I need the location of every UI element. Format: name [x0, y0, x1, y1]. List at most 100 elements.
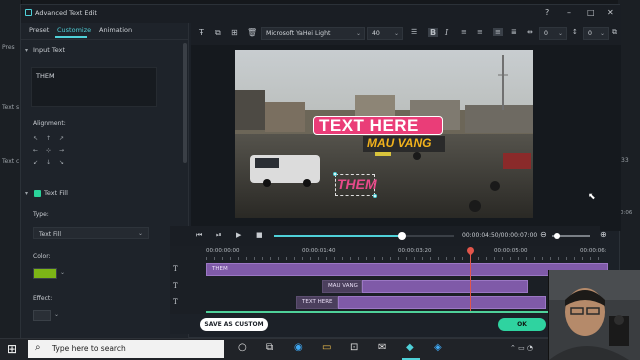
- bg-label: 33: [621, 157, 629, 164]
- line-spacing-icon[interactable]: ↕: [572, 28, 578, 36]
- scrub-handle[interactable]: [397, 232, 406, 240]
- playhead[interactable]: [469, 250, 471, 312]
- ruler-label: 00:00:01:40: [302, 248, 336, 254]
- windows-start-icon[interactable]: ⊞: [7, 342, 17, 356]
- text-fill-checkbox[interactable]: [34, 190, 41, 197]
- background-app-left-edge: Pres Text s Text c: [0, 0, 22, 338]
- timeline-clip[interactable]: MAU VANG: [322, 280, 362, 293]
- collapse-chevron-icon[interactable]: ▾: [25, 190, 28, 197]
- zoom-out-icon[interactable]: ⊖: [540, 230, 547, 239]
- align-top-left-icon[interactable]: ↖: [33, 135, 38, 142]
- mail-icon[interactable]: ✉: [378, 342, 386, 353]
- generic-app-icon[interactable]: ◈: [434, 342, 442, 353]
- copy-icon[interactable]: ⧉: [215, 28, 221, 38]
- taskbar-search-box[interactable]: ⌕ Type here to search: [28, 340, 224, 358]
- timeline-clip[interactable]: [362, 280, 528, 293]
- edge-browser-icon[interactable]: ◉: [294, 342, 303, 353]
- text-spacing-icon[interactable]: ☰: [411, 28, 417, 36]
- letter-spacing-input[interactable]: 0 ⌄: [539, 27, 567, 40]
- help-icon[interactable]: ?: [545, 8, 549, 17]
- zoom-in-icon[interactable]: ⊕: [600, 230, 607, 239]
- delete-icon[interactable]: 🗑: [247, 28, 257, 37]
- alignment-grid[interactable]: ↖ ↑ ↗ ← ⊹ → ↙ ↓ ↘: [33, 135, 67, 169]
- paste-icon[interactable]: ⊞: [231, 28, 238, 37]
- stop-icon[interactable]: ■: [256, 231, 263, 239]
- file-explorer-icon[interactable]: ▭: [322, 342, 331, 353]
- align-top-right-icon[interactable]: ↗: [59, 135, 64, 142]
- cortana-icon[interactable]: ○: [238, 342, 247, 353]
- italic-button[interactable]: I: [445, 28, 448, 37]
- tab-customize[interactable]: Customize: [57, 26, 91, 34]
- close-icon[interactable]: ✕: [607, 8, 614, 17]
- previous-frame-icon[interactable]: ⏮: [196, 231, 202, 240]
- search-icon: ⌕: [35, 342, 41, 353]
- align-left-text-icon[interactable]: ≡: [461, 28, 467, 36]
- align-center-icon[interactable]: ⊹: [46, 147, 51, 154]
- timeline-clip[interactable]: [338, 296, 546, 309]
- chevron-down-icon: ⌄: [137, 230, 143, 237]
- clip-label: THEM: [212, 266, 228, 272]
- text-fill-heading: Text Fill: [44, 189, 68, 197]
- dialog-titlebar[interactable]: Advanced Text Edit ? – □ ✕: [21, 5, 621, 23]
- ruler-label: 00:00:05:00: [494, 248, 528, 254]
- timeline-clip[interactable]: TEXT HERE: [296, 296, 338, 309]
- panel-scrollbar[interactable]: [183, 43, 187, 163]
- input-text-area[interactable]: THEM: [31, 67, 157, 107]
- color-swatch[interactable]: [33, 268, 57, 279]
- step-play-icon[interactable]: ⏯: [216, 231, 222, 240]
- align-bottom-left-icon[interactable]: ↙: [33, 159, 38, 166]
- resize-handle[interactable]: [333, 172, 337, 176]
- collapse-chevron-icon[interactable]: ▾: [25, 47, 28, 54]
- store-icon[interactable]: ⊡: [350, 342, 358, 353]
- line-spacing-input[interactable]: 0 ⌄: [583, 27, 609, 40]
- tab-animation[interactable]: Animation: [99, 26, 132, 34]
- maximize-icon[interactable]: □: [587, 8, 595, 17]
- font-family-select[interactable]: Microsoft YaHei Light ⌄: [261, 27, 365, 40]
- align-center-text-icon[interactable]: ≡: [477, 28, 483, 36]
- playhead-handle[interactable]: [465, 245, 476, 256]
- justify-text-icon[interactable]: ≣: [511, 28, 517, 36]
- more-icon[interactable]: ⧉: [612, 28, 617, 37]
- letter-spacing-icon[interactable]: ⇹: [527, 28, 533, 36]
- align-top-icon[interactable]: ↑: [46, 135, 51, 142]
- bold-button[interactable]: B: [428, 28, 439, 37]
- task-view-icon[interactable]: ⧉: [266, 342, 273, 353]
- resize-handle[interactable]: [373, 194, 377, 198]
- font-size-select[interactable]: 40 ⌄: [367, 27, 403, 40]
- align-left-icon[interactable]: ←: [33, 147, 38, 154]
- align-bottom-icon[interactable]: ↓: [46, 159, 51, 166]
- ruler-ticks: [206, 257, 600, 260]
- effect-swatch[interactable]: [33, 310, 51, 321]
- timeline-scrollbar[interactable]: [206, 311, 600, 313]
- ruler-label: 00:00:00:00: [206, 248, 240, 254]
- selected-text[interactable]: THEM: [337, 176, 377, 192]
- minimize-icon[interactable]: –: [567, 8, 571, 17]
- divider: [21, 39, 189, 40]
- timeline: 00:00:00:00 00:00:01:40 00:00:03:20 00:0…: [170, 245, 608, 314]
- chevron-down-icon[interactable]: ⌄: [54, 311, 59, 318]
- input-text-value: THEM: [36, 72, 55, 80]
- type-dropdown[interactable]: Text Fill ⌄: [33, 227, 149, 239]
- text-track-icon: T: [173, 298, 178, 306]
- align-right-text-icon[interactable]: ≡: [493, 28, 503, 36]
- video-preview[interactable]: TEXT HERE MAU VANG THEM: [235, 50, 533, 218]
- line-spacing-value: 0: [588, 30, 592, 37]
- save-as-custom-button[interactable]: SAVE AS CUSTOM: [200, 318, 268, 331]
- align-bottom-right-icon[interactable]: ↘: [59, 159, 64, 166]
- chevron-down-icon[interactable]: ⌄: [60, 269, 65, 276]
- search-placeholder: Type here to search: [52, 344, 126, 353]
- chevron-down-icon: ⌄: [393, 30, 399, 37]
- letter-spacing-value: 0: [544, 30, 548, 37]
- mouse-cursor-icon: ⬉: [588, 192, 596, 202]
- playback-controls: ⏮ ⏯ ▶ ■ 00:00:04:50/00:00:07:00 ⊖ ⊕: [170, 226, 607, 246]
- tray-network-icon[interactable]: ⌃ ▭ ◔: [510, 344, 533, 352]
- play-icon[interactable]: ▶: [236, 231, 241, 239]
- timecode: 00:00:04:50/00:00:07:00: [462, 232, 538, 239]
- filmora-app-icon[interactable]: ◆: [406, 342, 414, 353]
- bg-label: Text c: [2, 158, 20, 165]
- tab-preset[interactable]: Preset: [29, 26, 49, 34]
- zoom-handle[interactable]: [554, 233, 560, 239]
- align-right-icon[interactable]: →: [59, 147, 64, 154]
- ok-button[interactable]: OK: [498, 318, 546, 331]
- text-tool-icon[interactable]: Ŧ: [199, 28, 204, 37]
